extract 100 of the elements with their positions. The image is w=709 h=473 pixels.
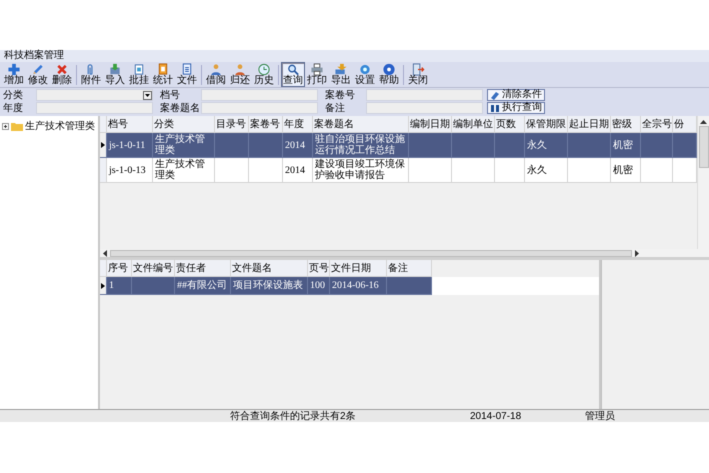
clear-button[interactable]: 清除条件: [487, 89, 545, 101]
window-title: 科技档案管理: [0, 50, 709, 62]
toolbar-button[interactable]: 关闭: [406, 62, 430, 87]
table-cell: 机密: [611, 133, 641, 158]
person-icon: [233, 63, 247, 76]
row-pointer-icon: [101, 142, 105, 148]
column-header[interactable]: 目录号: [215, 116, 249, 133]
input-field[interactable]: [36, 102, 153, 114]
table-cell: ##有限公司: [175, 277, 231, 295]
field-label: 年度: [2, 102, 24, 115]
scroll-thumb[interactable]: [698, 126, 708, 168]
toolbar-button[interactable]: 帮助: [377, 62, 401, 87]
table-cell: 生产技术管理类: [153, 158, 215, 183]
document-icon: [156, 63, 170, 76]
column-header[interactable]: 年度: [283, 116, 313, 133]
column-header[interactable]: 全宗号: [641, 116, 673, 133]
status-date: 2014-07-18: [470, 410, 522, 422]
column-header[interactable]: 文件编号: [132, 260, 175, 277]
table-cell: 生产技术管理类: [153, 133, 215, 158]
toolbar-button[interactable]: 设置: [353, 62, 377, 87]
status-user: 管理员: [585, 410, 615, 423]
toolbar-button[interactable]: 打印: [305, 62, 329, 87]
toolbar-button[interactable]: 文件: [175, 62, 199, 87]
row-pointer-icon: [101, 282, 105, 288]
document-icon: [132, 63, 146, 76]
column-header[interactable]: 密级: [611, 116, 641, 133]
table-cell: 驻自治项目环保设施运行情况工作总结: [313, 133, 409, 158]
status-message: 符合查询条件的记录共有2条: [230, 410, 357, 423]
table-cell: 2014: [283, 133, 313, 158]
cross-icon: [55, 63, 69, 76]
column-header[interactable]: 案卷题名: [313, 116, 409, 133]
input-field[interactable]: [366, 102, 483, 114]
column-header[interactable]: 编制单位: [452, 116, 495, 133]
document-icon: [180, 63, 194, 76]
table-cell: 1: [107, 277, 132, 295]
table-cell: 2014-06-16: [330, 277, 387, 295]
table-cell: 机密: [611, 158, 641, 183]
scroll-thumb[interactable]: [110, 250, 632, 256]
table-cell: 2014: [283, 158, 313, 183]
column-header[interactable]: 份: [673, 116, 697, 133]
table-cell: 100: [308, 277, 330, 295]
table-cell: 项目环保设施表: [231, 277, 308, 295]
toolbar-button[interactable]: 批挂: [127, 62, 151, 87]
toolbar-button[interactable]: 归还: [228, 62, 252, 87]
field-label: 备注: [324, 102, 346, 115]
table-cell: 永久: [525, 158, 568, 183]
column-header[interactable]: 备注: [387, 260, 432, 277]
toolbar-button[interactable]: 增加: [2, 62, 26, 87]
column-header[interactable]: 分类: [153, 116, 215, 133]
toolbar-button[interactable]: 查询: [281, 62, 305, 87]
column-header[interactable]: 责任者: [175, 260, 231, 277]
toolbar-button[interactable]: 附件: [79, 62, 103, 87]
toolbar-button[interactable]: 借阅: [204, 62, 228, 87]
field-label: 分类: [2, 88, 24, 102]
table-cell: js-1-0-11: [107, 133, 153, 158]
person-icon: [209, 63, 223, 76]
toolbar-button[interactable]: 导入: [103, 62, 127, 87]
table-cell: js-1-0-13: [107, 158, 153, 183]
plus-icon: [7, 63, 21, 76]
disk-icon: [108, 63, 122, 76]
scroll-left-icon: [102, 250, 107, 256]
table-cell: 建设项目竣工环境保护验收申请报告: [313, 158, 409, 183]
table-row[interactable]: 1 ##有限公司 项目环保设施表 100 2014-06-16: [100, 277, 599, 295]
field-label: 案卷号: [324, 88, 356, 102]
query-button[interactable]: 执行查询: [487, 102, 545, 114]
pencil-icon: [31, 63, 45, 76]
column-header[interactable]: 起止日期: [568, 116, 611, 133]
dropdown-field[interactable]: [36, 89, 153, 101]
toolbar-button[interactable]: 导出: [329, 62, 353, 87]
eraser-icon: [490, 90, 500, 100]
column-header[interactable]: 文件题名: [231, 260, 308, 277]
table-cell: 永久: [525, 133, 568, 158]
field-label: 案卷题名: [159, 102, 201, 115]
toolbar-button[interactable]: 删除: [50, 62, 74, 87]
column-header[interactable]: 序号: [107, 260, 132, 277]
tree-item[interactable]: 生产技术管理类: [25, 119, 95, 133]
row-header[interactable]: [100, 133, 107, 158]
toolbar-button[interactable]: 历史: [252, 62, 276, 87]
field-label: 档号: [159, 88, 181, 102]
column-header[interactable]: 文件日期: [330, 260, 387, 277]
row-header[interactable]: [100, 277, 107, 295]
caret-icon: [143, 90, 152, 100]
printer-icon: [310, 63, 324, 76]
scrollbar[interactable]: [697, 116, 709, 249]
input-field[interactable]: [201, 89, 318, 101]
toolbar-button[interactable]: 修改: [26, 62, 50, 87]
column-header[interactable]: 编制日期: [409, 116, 452, 133]
stack-icon: [334, 63, 348, 76]
column-header[interactable]: 档号: [107, 116, 153, 133]
folder-icon: [11, 122, 23, 130]
toolbar-button[interactable]: 统计: [151, 62, 175, 87]
column-header[interactable]: 页号: [308, 260, 330, 277]
column-header[interactable]: 案卷号: [249, 116, 283, 133]
clock-icon: [257, 63, 271, 76]
input-field[interactable]: [366, 89, 483, 101]
column-header[interactable]: 页数: [495, 116, 525, 133]
search-icon: [286, 63, 300, 76]
input-field[interactable]: [201, 102, 318, 114]
scroll-up-icon: [700, 119, 707, 124]
column-header[interactable]: 保管期限: [525, 116, 568, 133]
